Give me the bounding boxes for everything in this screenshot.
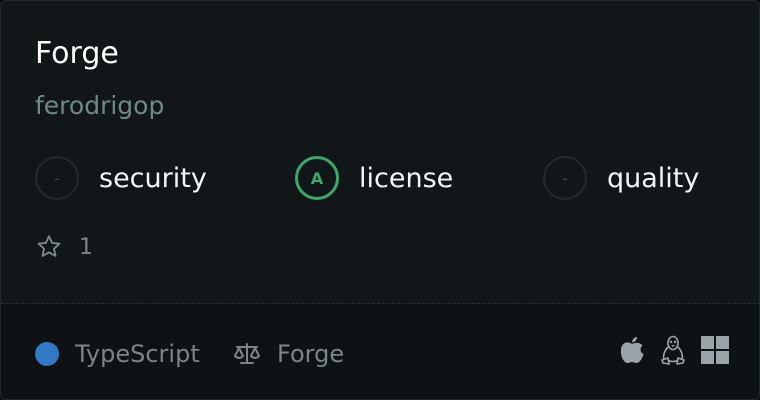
star-icon bbox=[37, 235, 61, 257]
scale-icon bbox=[234, 343, 260, 364]
score-quality: - quality bbox=[543, 155, 699, 201]
security-label: security bbox=[99, 162, 207, 194]
repo-owner[interactable]: ferodrigop bbox=[35, 89, 164, 123]
security-grade-badge: - bbox=[35, 156, 79, 200]
linux-icon bbox=[661, 335, 685, 365]
windows-icon bbox=[701, 336, 729, 364]
star-count[interactable]: 1 bbox=[35, 233, 93, 261]
platform-list bbox=[619, 334, 729, 366]
repo-card[interactable]: Forge ferodrigop - security A license - … bbox=[0, 0, 760, 400]
quality-grade-badge: - bbox=[543, 156, 587, 200]
apple-icon bbox=[620, 336, 644, 363]
language-color-dot bbox=[35, 342, 59, 366]
license-grade-badge: A bbox=[295, 156, 339, 200]
license-name: Forge bbox=[277, 340, 345, 368]
license-label: license bbox=[359, 162, 454, 194]
language-info: TypeScript bbox=[35, 340, 200, 368]
license-info: Forge bbox=[233, 340, 344, 368]
score-license: A license bbox=[295, 155, 453, 201]
score-security: - security bbox=[35, 155, 207, 201]
language-name: TypeScript bbox=[75, 340, 200, 368]
repo-title[interactable]: Forge bbox=[35, 35, 119, 73]
quality-label: quality bbox=[607, 162, 700, 194]
star-count-value: 1 bbox=[79, 234, 93, 260]
card-footer: TypeScript Forge bbox=[1, 304, 759, 399]
